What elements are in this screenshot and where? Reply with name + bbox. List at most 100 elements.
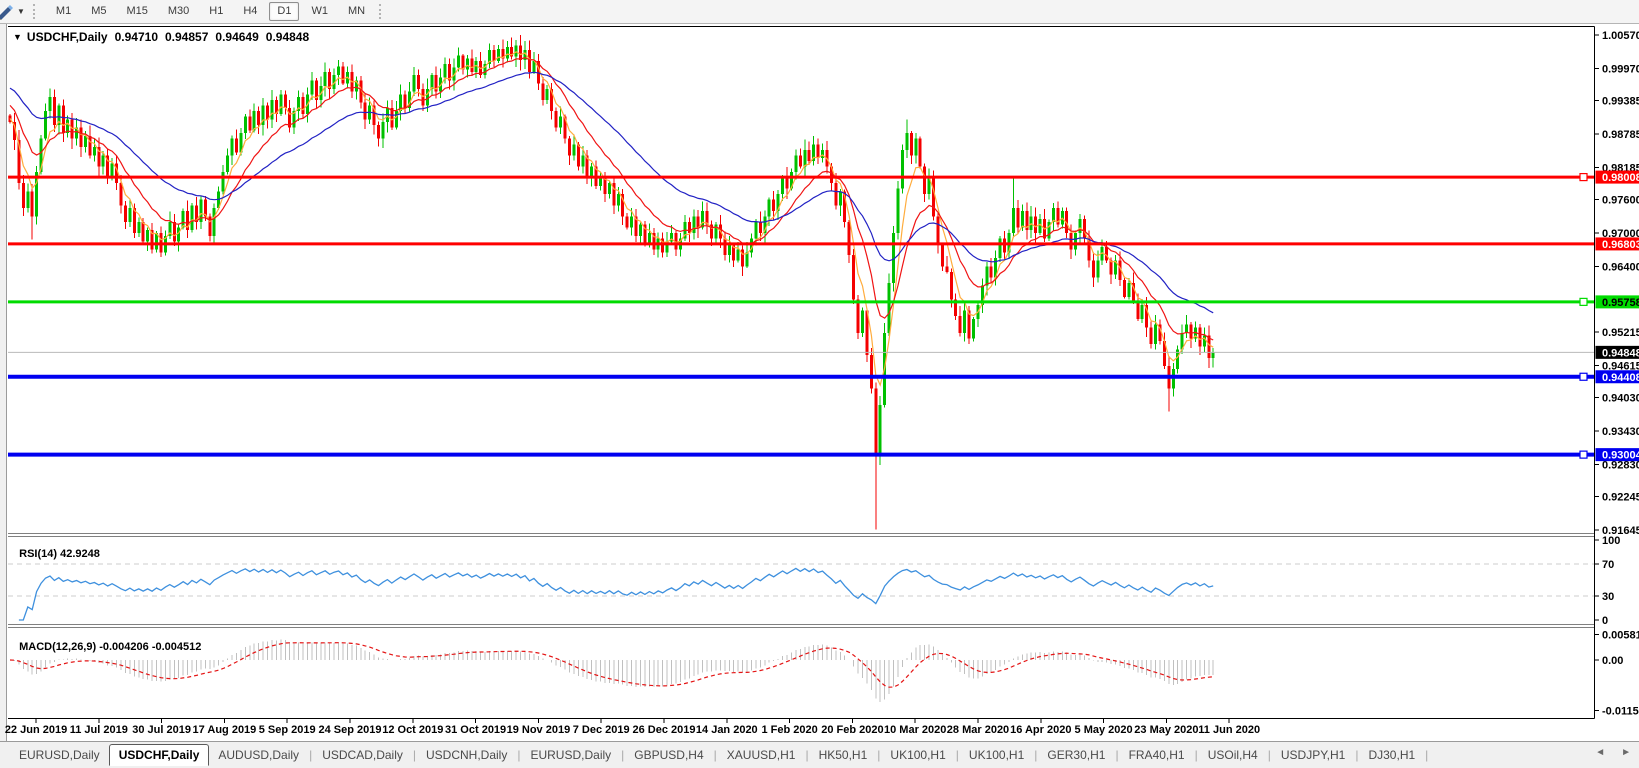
candle[interactable] <box>985 266 989 286</box>
chart-tab-AUDUSD-Daily[interactable]: AUDUSD,Daily <box>209 745 308 765</box>
timeframe-button-M1[interactable]: M1 <box>48 2 79 21</box>
candle[interactable] <box>687 221 691 233</box>
candle[interactable] <box>270 99 274 120</box>
candle[interactable] <box>226 155 230 172</box>
candle[interactable] <box>847 221 851 256</box>
candle[interactable] <box>1011 208 1015 233</box>
candle[interactable] <box>736 249 740 261</box>
candle[interactable] <box>723 238 727 256</box>
candle[interactable] <box>1136 302 1140 319</box>
candle[interactable] <box>785 177 789 189</box>
candle[interactable] <box>576 144 580 167</box>
candle[interactable] <box>1109 260 1113 275</box>
candle[interactable] <box>958 316 962 333</box>
chart-title-collapse-icon[interactable]: ▼ <box>13 32 22 42</box>
candle[interactable] <box>21 183 25 209</box>
timeframe-button-M5[interactable]: M5 <box>83 2 114 21</box>
timeframe-button-M30[interactable]: M30 <box>160 2 197 21</box>
candle[interactable] <box>301 97 305 114</box>
candle[interactable] <box>860 310 864 333</box>
candle[interactable] <box>545 88 549 100</box>
candle[interactable] <box>923 166 927 195</box>
candle[interactable] <box>279 94 283 114</box>
candle[interactable] <box>821 149 825 159</box>
candle[interactable] <box>172 221 176 242</box>
candle[interactable] <box>803 149 807 167</box>
chart-tab-USDCAD-Daily[interactable]: USDCAD,Daily <box>313 745 412 765</box>
timeframe-button-D1[interactable]: D1 <box>269 2 300 21</box>
candle[interactable] <box>1149 327 1153 344</box>
candle[interactable] <box>456 55 460 68</box>
candle[interactable] <box>971 318 975 339</box>
candle[interactable] <box>852 255 856 300</box>
candle[interactable] <box>1140 305 1144 319</box>
chart-tab-UK100-H1[interactable]: UK100,H1 <box>960 745 1033 765</box>
candle[interactable] <box>363 102 367 120</box>
candle[interactable] <box>798 155 802 167</box>
candle[interactable] <box>137 221 141 233</box>
candle[interactable] <box>52 97 56 125</box>
candle[interactable] <box>936 216 940 245</box>
timeframe-button-M15[interactable]: M15 <box>118 2 155 21</box>
candle[interactable] <box>963 310 967 333</box>
candle[interactable] <box>772 199 776 211</box>
candle[interactable] <box>61 105 65 134</box>
candle[interactable] <box>465 58 469 70</box>
candle[interactable] <box>416 74 420 89</box>
candle[interactable] <box>989 266 993 278</box>
candle[interactable] <box>190 205 194 231</box>
candle[interactable] <box>88 135 92 156</box>
chart-tab-EURUSD-Daily[interactable]: EURUSD,Daily <box>10 745 109 765</box>
candle[interactable] <box>701 210 705 228</box>
candle[interactable] <box>337 66 341 75</box>
candle[interactable] <box>896 188 900 233</box>
candle[interactable] <box>44 110 48 139</box>
chart-tab-DJ30-H1[interactable]: DJ30,H1 <box>1359 745 1424 765</box>
candle[interactable] <box>48 97 52 111</box>
chart-tab-EURUSD-Daily[interactable]: EURUSD,Daily <box>521 745 620 765</box>
candle[interactable] <box>252 110 256 131</box>
chart-canvas[interactable]: 1.005700.999700.993850.987850.981850.976… <box>0 0 1639 741</box>
line-handle-0.95758[interactable] <box>1579 297 1588 306</box>
candle[interactable] <box>758 221 762 233</box>
candle[interactable] <box>1069 233 1073 250</box>
candle[interactable] <box>878 404 882 455</box>
candle[interactable] <box>1189 324 1193 339</box>
candle[interactable] <box>834 183 838 206</box>
candle[interactable] <box>794 155 798 172</box>
candle[interactable] <box>1127 282 1131 297</box>
candle[interactable] <box>1020 210 1024 228</box>
candle[interactable] <box>630 216 634 228</box>
candle[interactable] <box>914 138 918 156</box>
candle[interactable] <box>559 116 563 128</box>
candle[interactable] <box>403 94 407 109</box>
candle[interactable] <box>816 144 820 159</box>
candle[interactable] <box>932 177 936 217</box>
candle[interactable] <box>234 138 238 153</box>
candle[interactable] <box>1016 208 1020 228</box>
candle[interactable] <box>1202 335 1206 347</box>
candle[interactable] <box>1091 260 1095 278</box>
pane-splitter-macd[interactable] <box>8 624 1594 628</box>
candle[interactable] <box>918 138 922 167</box>
line-handle-0.94408[interactable] <box>1579 372 1588 381</box>
candle[interactable] <box>470 58 474 73</box>
candle[interactable] <box>146 230 150 242</box>
candle[interactable] <box>945 266 949 272</box>
draw-line-tool-icon[interactable] <box>0 4 15 20</box>
timeframe-button-H1[interactable]: H1 <box>201 2 231 21</box>
candle[interactable] <box>1154 324 1158 344</box>
candle[interactable] <box>1185 324 1189 333</box>
candle[interactable] <box>869 355 873 389</box>
candle[interactable] <box>496 48 500 62</box>
chart-tab-USOil-H4[interactable]: USOil,H4 <box>1199 745 1267 765</box>
candle[interactable] <box>1122 280 1126 297</box>
candle[interactable] <box>638 224 642 236</box>
candle[interactable] <box>607 183 611 195</box>
candle[interactable] <box>425 88 429 106</box>
candle[interactable] <box>905 133 909 150</box>
candle[interactable] <box>1074 233 1078 250</box>
candle[interactable] <box>123 205 127 222</box>
candle[interactable] <box>79 127 83 148</box>
candle[interactable] <box>727 244 731 256</box>
